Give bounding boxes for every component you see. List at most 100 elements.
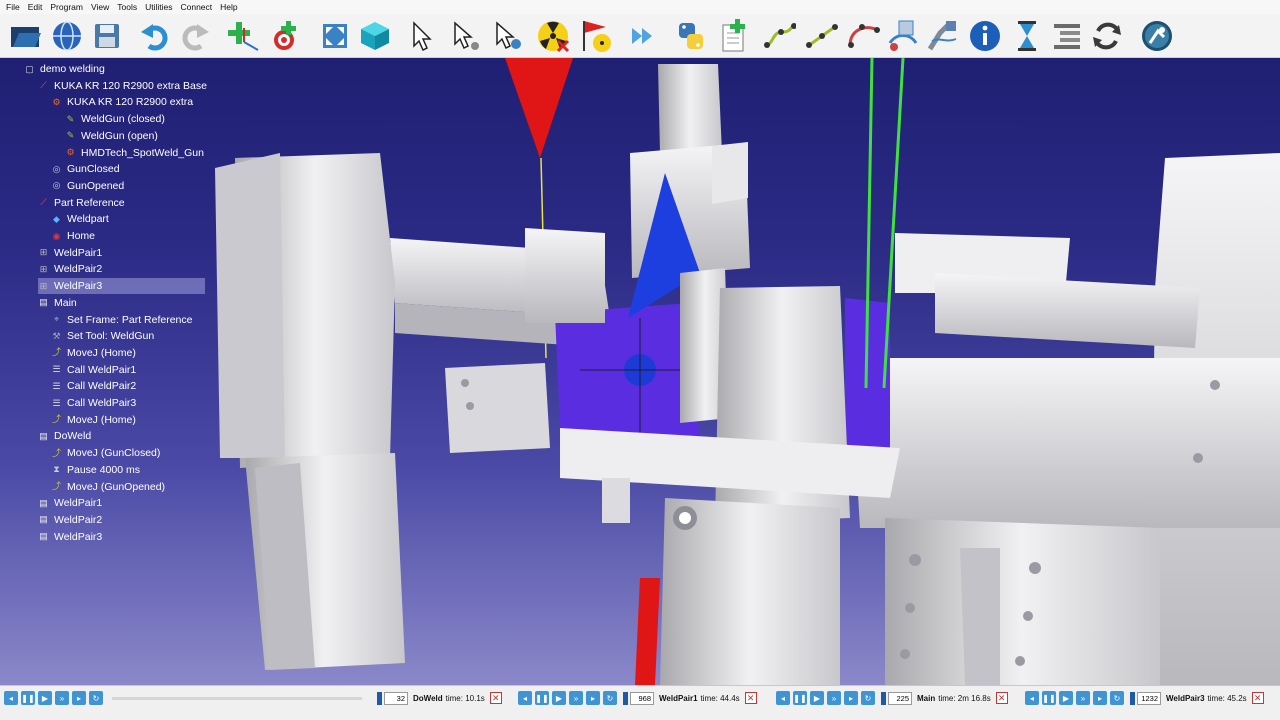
step-back-icon[interactable]: ◂ — [518, 691, 532, 705]
tree-item[interactable]: ⊞ WeldPair2 — [38, 261, 103, 277]
menu-file[interactable]: File — [6, 2, 20, 12]
settings-icon[interactable] — [1140, 19, 1174, 53]
step-back-icon[interactable]: ◂ — [4, 691, 18, 705]
instruction-counter[interactable]: 968 — [630, 691, 654, 705]
select-tool-icon[interactable] — [448, 19, 482, 53]
menu-connect[interactable]: Connect — [180, 2, 212, 12]
add-frame-icon[interactable] — [226, 19, 260, 53]
pause-sim-icon[interactable]: ❚❚ — [21, 691, 35, 705]
menu-utilities[interactable]: Utilities — [145, 2, 172, 12]
collision-off-icon[interactable] — [536, 19, 570, 53]
tree-item[interactable]: ⤴ MoveJ (Home) — [51, 345, 136, 361]
3d-viewport[interactable]: ▢ demo welding ⟋ KUKA KR 120 R2900 extra Ba… — [0, 58, 1280, 685]
tree-item[interactable]: ✎ WeldGun (closed) — [65, 111, 165, 127]
step-back-icon[interactable]: ◂ — [1025, 691, 1039, 705]
fast-forward-sim-icon[interactable]: » — [55, 691, 69, 705]
tree-item[interactable]: ☰ Call WeldPair1 — [51, 362, 136, 378]
fast-forward-sim-icon[interactable]: » — [1076, 691, 1090, 705]
loop-sim-icon[interactable]: ↻ — [603, 691, 617, 705]
tree-item[interactable]: ⚒ Set Tool: WeldGun — [51, 328, 154, 344]
play-icon[interactable]: ▶ — [810, 691, 824, 705]
tree-item[interactable]: ⟋ Part Reference — [38, 195, 124, 211]
open-folder-icon[interactable] — [8, 19, 42, 53]
move-linear-icon[interactable] — [804, 19, 838, 53]
fast-forward-sim-icon[interactable]: » — [569, 691, 583, 705]
undo-icon[interactable] — [138, 19, 172, 53]
pause-sim-icon[interactable]: ❚❚ — [1042, 691, 1056, 705]
3d-view-icon[interactable] — [358, 19, 392, 53]
play-icon[interactable]: ▶ — [38, 691, 52, 705]
tree-item[interactable]: ⟋ KUKA KR 120 R2900 extra Base — [38, 78, 207, 94]
redo-icon[interactable] — [178, 19, 212, 53]
tree-item[interactable]: ⌖ Set Frame: Part Reference — [51, 312, 193, 328]
globe-icon[interactable] — [50, 19, 84, 53]
menu-help[interactable]: Help — [220, 2, 237, 12]
tree-item[interactable]: ◉ Home — [51, 228, 95, 244]
fast-forward-icon[interactable] — [626, 19, 660, 53]
menu-view[interactable]: View — [91, 2, 109, 12]
tree-item[interactable]: ▤ DoWeld — [38, 428, 91, 444]
info-icon[interactable] — [968, 19, 1002, 53]
step-back-icon[interactable]: ◂ — [776, 691, 790, 705]
tree-item[interactable]: ▤ WeldPair3 — [38, 529, 102, 545]
python-icon[interactable] — [674, 19, 708, 53]
tree-item[interactable]: ⧗ Pause 4000 ms — [51, 462, 140, 478]
program-status-weldpair1: ◂ ❚❚ ▶ » ▸ ↻ 968 WeldPair1 time: 44.4s ✕ — [518, 690, 757, 706]
play-icon[interactable]: ▶ — [552, 691, 566, 705]
loop-sim-icon[interactable]: ↻ — [1110, 691, 1124, 705]
close-icon[interactable]: ✕ — [744, 692, 757, 704]
select-target-icon[interactable] — [490, 19, 524, 53]
pause-sim-icon[interactable]: ❚❚ — [535, 691, 549, 705]
tree-item[interactable]: ☰ Call WeldPair3 — [51, 395, 136, 411]
program-list-icon[interactable] — [1050, 19, 1084, 53]
tree-item[interactable]: ⊞ WeldPair3 — [38, 278, 205, 295]
instruction-counter[interactable]: 225 — [888, 691, 912, 705]
tree-item[interactable]: ⤴ MoveJ (GunOpened) — [51, 479, 165, 495]
tree-item[interactable]: ▤ Main — [38, 295, 77, 311]
add-target-icon[interactable] — [266, 19, 300, 53]
menu-program[interactable]: Program — [50, 2, 83, 12]
step-forward-icon[interactable]: ▸ — [586, 691, 600, 705]
pause-icon[interactable] — [1010, 19, 1044, 53]
program-time: time: 10.1s — [445, 693, 485, 703]
tree-item[interactable]: ⤴ MoveJ (GunClosed) — [51, 445, 160, 461]
menu-edit[interactable]: Edit — [28, 2, 43, 12]
fit-all-icon[interactable] — [318, 19, 352, 53]
play-icon[interactable]: ▶ — [1059, 691, 1073, 705]
tree-item[interactable]: ⚙ HMDTech_SpotWeld_Gun — [65, 145, 204, 161]
save-icon[interactable] — [90, 19, 124, 53]
make-program-icon[interactable] — [886, 19, 920, 53]
tree-item[interactable]: ▢ demo welding — [24, 61, 105, 77]
sim-speed-slider[interactable] — [112, 696, 362, 700]
tree-item[interactable]: ◎ GunOpened — [51, 178, 125, 194]
set-tool-icon[interactable] — [926, 19, 960, 53]
close-icon[interactable]: ✕ — [489, 692, 502, 704]
loop-icon[interactable] — [1090, 19, 1124, 53]
move-circular-icon[interactable] — [846, 19, 880, 53]
instruction-counter[interactable]: 1232 — [1137, 691, 1161, 705]
close-icon[interactable]: ✕ — [1251, 692, 1264, 704]
add-program-icon[interactable] — [716, 19, 750, 53]
menu-tools[interactable]: Tools — [117, 2, 137, 12]
tree-item[interactable]: ☰ Call WeldPair2 — [51, 378, 136, 394]
instruction-counter[interactable]: 32 — [384, 691, 408, 705]
step-forward-icon[interactable]: ▸ — [844, 691, 858, 705]
step-forward-icon[interactable]: ▸ — [72, 691, 86, 705]
tree-item[interactable]: ◆ Weldpart — [51, 211, 109, 227]
loop-sim-icon[interactable]: ↻ — [89, 691, 103, 705]
tree-item[interactable]: ◎ GunClosed — [51, 161, 120, 177]
select-icon[interactable] — [404, 19, 438, 53]
collision-flag-icon[interactable] — [580, 19, 614, 53]
move-joint-icon[interactable] — [762, 19, 796, 53]
step-forward-icon[interactable]: ▸ — [1093, 691, 1107, 705]
loop-sim-icon[interactable]: ↻ — [861, 691, 875, 705]
tree-item[interactable]: ▤ WeldPair1 — [38, 495, 102, 511]
tree-item[interactable]: ✎ WeldGun (open) — [65, 128, 158, 144]
pause-sim-icon[interactable]: ❚❚ — [793, 691, 807, 705]
tree-item[interactable]: ▤ WeldPair2 — [38, 512, 102, 528]
fast-forward-sim-icon[interactable]: » — [827, 691, 841, 705]
tree-item[interactable]: ⊞ WeldPair1 — [38, 245, 103, 261]
close-icon[interactable]: ✕ — [995, 692, 1008, 704]
tree-item[interactable]: ⤴ MoveJ (Home) — [51, 412, 136, 428]
tree-item[interactable]: ⚙ KUKA KR 120 R2900 extra — [51, 94, 193, 110]
